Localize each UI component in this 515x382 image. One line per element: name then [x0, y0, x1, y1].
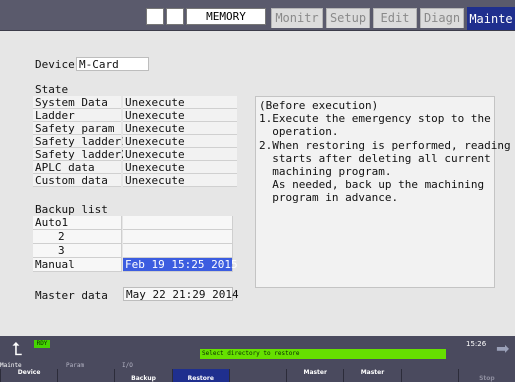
softkey-label: Backup — [131, 375, 156, 382]
tab-edit[interactable]: Edit — [373, 8, 417, 28]
mode-indicator: MEMORY — [186, 8, 266, 25]
state-row: Safety ladder2 Unexecute — [33, 148, 237, 161]
softkey[interactable]: Device — [0, 369, 57, 382]
backup-row-value[interactable] — [123, 230, 233, 244]
state-row-name: Safety ladder2 — [33, 148, 128, 161]
state-row-name: Custom data — [33, 174, 121, 187]
master-data-value: May 22 21:29 2014 — [123, 287, 239, 301]
device-field[interactable]: M-Card — [76, 57, 149, 71]
state-row-name: Safety param — [33, 122, 121, 135]
tab-diagn[interactable]: Diagn — [420, 8, 464, 28]
backup-row-name[interactable]: 3 — [33, 244, 122, 258]
softkey[interactable] — [400, 369, 458, 382]
mode-row: Mainte Param I/O — [0, 362, 515, 369]
softkey[interactable]: Master — [343, 369, 400, 382]
state-row: Custom data Unexecute — [33, 174, 237, 187]
backup-row-name[interactable]: Auto1 — [33, 216, 122, 230]
state-row: Ladder Unexecute — [33, 109, 237, 122]
tab-monitr[interactable]: Monitr — [271, 8, 323, 28]
softkey[interactable]: Restore — [171, 369, 229, 382]
softkey-label: Master — [360, 369, 385, 376]
softkey-label: Restore — [187, 375, 214, 382]
state-row-value: Unexecute — [123, 174, 237, 187]
softkey-row: Device Backup Restore Master Master Stop — [0, 369, 515, 382]
ready-badge: RDY — [34, 340, 50, 348]
state-label: State — [35, 83, 69, 96]
tab-setup[interactable]: Setup — [326, 8, 370, 28]
tab-mainte[interactable]: Mainte — [467, 7, 515, 30]
state-row-value: Unexecute — [123, 148, 237, 161]
softkey[interactable] — [228, 369, 286, 382]
state-row-value: Unexecute — [123, 109, 237, 122]
clock: 15:26 — [466, 340, 487, 348]
state-row: System Data Unexecute — [33, 96, 237, 109]
backup-row-name[interactable]: Manual — [33, 258, 122, 272]
mode-mainte[interactable]: Mainte — [0, 362, 22, 369]
return-arrow-icon[interactable]: ⮤ — [2, 338, 32, 362]
state-row-value: Unexecute — [123, 96, 237, 109]
softkey[interactable]: Backup — [114, 369, 171, 382]
softkey-label: Stop — [479, 375, 495, 382]
master-data-label: Master data — [35, 289, 108, 302]
state-row-name: APLC data — [33, 161, 121, 174]
mode-io[interactable]: I/O — [122, 362, 133, 369]
execution-note: (Before execution) 1.Execute the emergen… — [255, 96, 511, 288]
main-panel: Device M-Card State System Data Unexecute… — [0, 31, 515, 336]
softkey[interactable]: Stop — [457, 369, 515, 382]
next-page-arrow-icon[interactable]: ➡ — [496, 340, 514, 358]
softkey-label: Master — [303, 369, 327, 376]
state-row-name: Ladder — [33, 109, 121, 122]
blank-indicator-1 — [146, 8, 164, 25]
softkey[interactable]: Master — [286, 369, 343, 382]
blank-indicator-2 — [166, 8, 184, 25]
state-row: Safety ladder1 Unexecute — [33, 135, 237, 148]
state-row: Safety param Unexecute — [33, 122, 237, 135]
backup-list-label: Backup list — [35, 203, 108, 216]
backup-row-value[interactable] — [123, 216, 233, 230]
backup-row-name[interactable]: 2 — [33, 230, 122, 244]
softkey-label: Device — [17, 369, 41, 376]
state-row-value: Unexecute — [123, 161, 237, 174]
message-bar: Select directory to restore — [200, 349, 446, 359]
state-row-name: System Data — [33, 96, 121, 109]
status-strip: ⮤ RDY Select directory to restore 15:26 … — [0, 336, 515, 362]
bottom-area: ⮤ RDY Select directory to restore 15:26 … — [0, 336, 515, 382]
state-row-value: Unexecute — [123, 122, 237, 135]
softkey[interactable] — [57, 369, 114, 382]
state-row-name: Safety ladder1 — [33, 135, 128, 148]
mode-param[interactable]: Param — [66, 362, 84, 369]
backup-row-value[interactable]: Feb 19 15:25 2015 — [123, 258, 238, 272]
state-row-value: Unexecute — [123, 135, 237, 148]
backup-row-value[interactable] — [123, 244, 233, 258]
state-row: APLC data Unexecute — [33, 161, 237, 174]
top-bar: MEMORY Monitr Setup Edit Diagn Mainte — [0, 0, 515, 31]
device-label: Device — [35, 58, 75, 71]
